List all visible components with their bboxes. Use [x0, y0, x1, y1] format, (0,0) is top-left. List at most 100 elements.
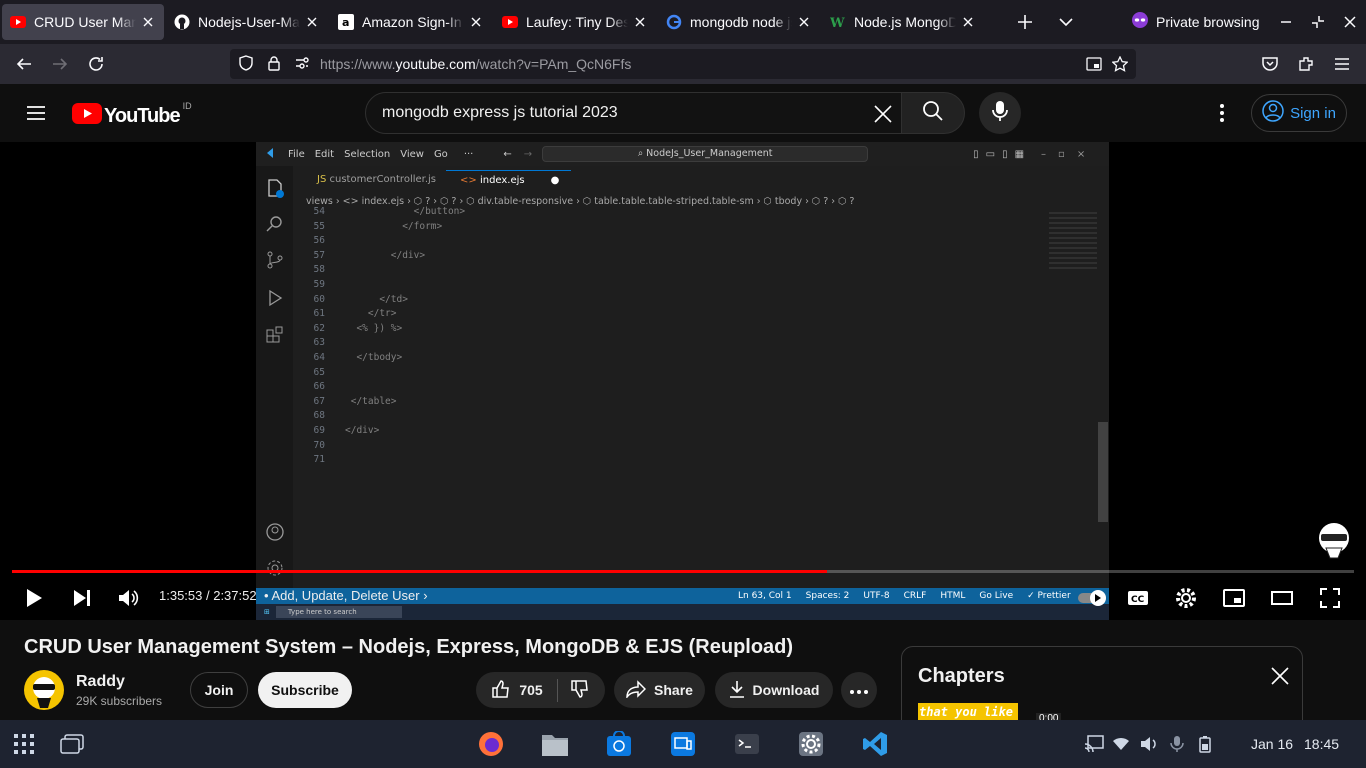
- vscode-menu-go: Go: [433, 148, 448, 160]
- microphone-icon[interactable]: [1163, 730, 1191, 758]
- progress-played: [12, 570, 827, 573]
- menu-icon[interactable]: [1326, 48, 1358, 80]
- more-options-icon[interactable]: [1210, 101, 1234, 130]
- vscode-forward-icon: →: [523, 148, 533, 160]
- permissions-icon[interactable]: [294, 55, 310, 74]
- code-line: 62 <% }) %>: [293, 323, 1053, 338]
- close-chapters-icon[interactable]: [1269, 665, 1291, 692]
- download-button[interactable]: Download: [715, 672, 833, 708]
- bookmark-star-icon[interactable]: [1111, 55, 1129, 75]
- browser-tab[interactable]: CRUD User Mana: [2, 4, 164, 40]
- browser-tab[interactable]: W Node.js MongoDE: [822, 4, 984, 40]
- workspaces-icon[interactable]: [58, 730, 86, 758]
- autoplay-toggle[interactable]: [1078, 582, 1110, 614]
- back-arrow-icon[interactable]: [8, 48, 40, 80]
- voice-search-button[interactable]: [979, 92, 1021, 134]
- browser-tab[interactable]: mongodb node js: [658, 4, 820, 40]
- fullscreen-icon[interactable]: [1314, 582, 1346, 614]
- line-number: 65: [313, 366, 325, 378]
- browser-tab[interactable]: Laufey: Tiny Desk: [494, 4, 656, 40]
- forward-arrow-icon[interactable]: [44, 48, 76, 80]
- volume-icon[interactable]: [113, 582, 145, 614]
- lock-icon[interactable]: [266, 55, 282, 74]
- extensions-icon[interactable]: [1290, 48, 1322, 80]
- line-number: 54: [313, 206, 325, 217]
- channel-name[interactable]: Raddy: [76, 673, 125, 691]
- tab-title: Laufey: Tiny Desk: [526, 14, 628, 30]
- app-store-icon[interactable]: [605, 730, 633, 758]
- next-icon[interactable]: [66, 582, 98, 614]
- date-display[interactable]: Jan 16: [1251, 736, 1293, 752]
- terminal-icon[interactable]: [733, 730, 761, 758]
- subscribe-button[interactable]: Subscribe: [258, 672, 352, 708]
- miniplayer-icon[interactable]: [1218, 582, 1250, 614]
- app-grid-icon[interactable]: [10, 730, 38, 758]
- clear-search-icon[interactable]: [871, 102, 895, 131]
- battery-icon[interactable]: [1191, 730, 1219, 758]
- search-input[interactable]: mongodb express js tutorial 2023: [365, 92, 902, 134]
- close-window-icon[interactable]: [1334, 6, 1366, 38]
- reload-icon[interactable]: [80, 48, 112, 80]
- url-bar[interactable]: https://www.youtube.com/watch?v=PAm_QcN6…: [230, 49, 1136, 79]
- browser-tab[interactable]: Nodejs-User-Mar: [166, 4, 328, 40]
- shield-icon[interactable]: [238, 54, 254, 74]
- video-title: CRUD User Management System – Nodejs, Ex…: [24, 636, 794, 658]
- screen-cast-icon[interactable]: [1080, 730, 1108, 758]
- settings-icon[interactable]: [797, 730, 825, 758]
- theater-mode-icon[interactable]: [1266, 582, 1298, 614]
- volume-icon[interactable]: [1135, 730, 1163, 758]
- picture-in-picture-icon[interactable]: [1086, 56, 1102, 75]
- code-text: </div>: [345, 424, 380, 436]
- close-icon[interactable]: [140, 14, 156, 30]
- url-text[interactable]: https://www.youtube.com/watch?v=PAm_QcN6…: [320, 56, 631, 72]
- hamburger-menu-icon[interactable]: [24, 101, 48, 130]
- vscode-menu-edit: Edit: [314, 148, 335, 160]
- run-debug-icon: [265, 288, 285, 312]
- search-value: mongodb express js tutorial 2023: [382, 104, 618, 121]
- code-text: </tr>: [345, 308, 397, 320]
- join-button[interactable]: Join: [190, 672, 248, 708]
- code-line: 70: [293, 440, 1053, 455]
- youtube-logo[interactable]: YouTube ID: [72, 101, 192, 129]
- vscode-menu-view: View: [400, 148, 424, 160]
- share-button[interactable]: Share: [614, 672, 705, 708]
- close-icon[interactable]: [796, 14, 812, 30]
- code-line: 68: [293, 410, 1053, 425]
- close-icon[interactable]: [960, 14, 976, 30]
- url-host: youtube.com: [395, 56, 476, 72]
- plus-icon[interactable]: [1014, 11, 1036, 33]
- more-actions-button[interactable]: [841, 672, 877, 708]
- subtitles-icon[interactable]: CC: [1122, 582, 1154, 614]
- channel-avatar[interactable]: [24, 670, 64, 710]
- firefox-icon[interactable]: [477, 730, 505, 758]
- clock-display[interactable]: 18:45: [1304, 736, 1339, 752]
- progress-bar[interactable]: [12, 570, 1354, 573]
- current-chapter[interactable]: • Add, Update, Delete User ›: [264, 588, 428, 603]
- vscode-icon[interactable]: [861, 730, 889, 758]
- minimize-icon[interactable]: [1270, 6, 1302, 38]
- line-number: 66: [313, 381, 325, 393]
- settings-gear-icon[interactable]: [1170, 582, 1202, 614]
- vscode-activity-bar: [256, 166, 293, 596]
- pocket-icon[interactable]: [1254, 48, 1286, 80]
- chevron-down-icon[interactable]: [1055, 11, 1077, 33]
- accounts-icon: [265, 522, 285, 546]
- device-connect-icon[interactable]: [669, 730, 697, 758]
- private-label: Private browsing: [1156, 13, 1260, 30]
- close-icon[interactable]: [468, 14, 484, 30]
- close-icon[interactable]: [632, 14, 648, 30]
- thumbs-down-icon[interactable]: [570, 679, 590, 702]
- like-button[interactable]: 705: [491, 678, 558, 702]
- wifi-icon[interactable]: [1107, 730, 1135, 758]
- restore-icon[interactable]: [1302, 6, 1334, 38]
- close-icon[interactable]: [304, 14, 320, 30]
- channel-watermark-icon[interactable]: [1316, 520, 1352, 565]
- sign-in-button[interactable]: Sign in: [1251, 94, 1347, 132]
- files-icon[interactable]: [541, 730, 569, 758]
- play-icon[interactable]: [18, 582, 50, 614]
- search-button[interactable]: [901, 92, 965, 134]
- code-line: 58: [293, 264, 1053, 279]
- browser-tab[interactable]: a Amazon Sign-In: [330, 4, 492, 40]
